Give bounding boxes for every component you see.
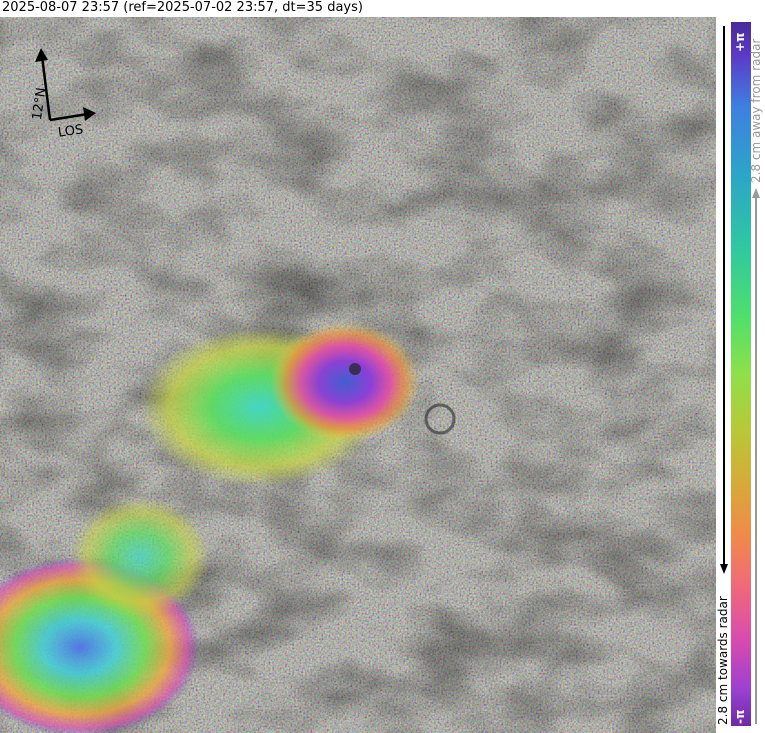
interferogram-figure: 2025-08-07 23:57 (ref=2025-07-02 23:57, …	[0, 0, 765, 733]
colorbar-top-label: +π	[733, 32, 747, 52]
colorbar-bottom-label: -π	[733, 709, 747, 724]
fringe-summit	[270, 322, 420, 442]
figure-title: 2025-08-07 23:57 (ref=2025-07-02 23:57, …	[2, 0, 363, 15]
colorbar	[731, 22, 751, 726]
towards-label: 2.8 cm towards radar	[716, 596, 730, 725]
away-label: 2.8 cm away from radar	[749, 38, 763, 183]
fringe-southwest-2	[70, 497, 210, 617]
